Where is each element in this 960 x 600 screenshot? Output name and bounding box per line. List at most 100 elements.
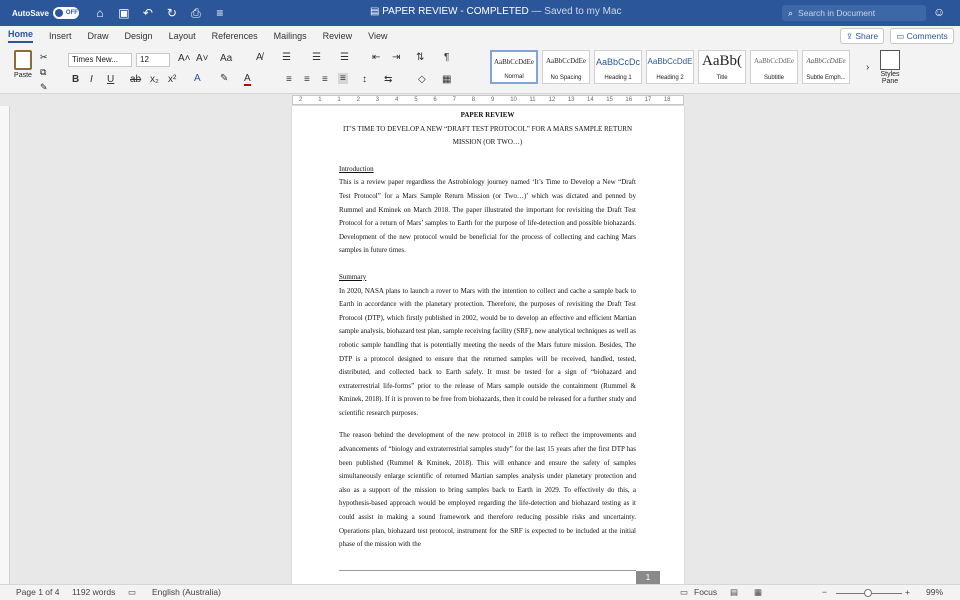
numbering-icon[interactable]: ☰: [312, 52, 321, 63]
styles-more-chevron-icon[interactable]: ›: [866, 62, 869, 73]
align-right-icon[interactable]: ≡: [322, 74, 328, 85]
tab-insert[interactable]: Insert: [49, 31, 72, 41]
ruler-mark: 13: [567, 97, 575, 103]
style-subtle-emphasis[interactable]: AaBbCcDdEe Subtle Emph...: [802, 50, 850, 84]
rtl-icon[interactable]: ⇆: [384, 74, 392, 85]
paste-button[interactable]: Paste: [8, 50, 38, 79]
tab-mailings[interactable]: Mailings: [274, 31, 307, 41]
share-button[interactable]: ⇪ Share: [840, 28, 884, 44]
word-count[interactable]: 1192 words: [72, 587, 115, 597]
tab-draw[interactable]: Draw: [88, 31, 109, 41]
strikethrough-icon[interactable]: ab: [130, 74, 141, 85]
borders-icon[interactable]: ▦: [442, 74, 451, 85]
style-no-spacing[interactable]: AaBbCcDdEe No Spacing: [542, 50, 590, 84]
clear-formatting-icon[interactable]: A̸: [256, 52, 263, 63]
redo-icon[interactable]: ↻: [165, 6, 179, 20]
customize-toolbar-icon[interactable]: ≡: [213, 6, 227, 20]
format-painter-icon[interactable]: ✎: [40, 82, 48, 93]
align-center-icon[interactable]: ≡: [304, 74, 310, 85]
document-body[interactable]: PAPER REVIEW IT’S TIME TO DEVELOP A NEW …: [339, 109, 636, 552]
style-heading-2[interactable]: AaBbCcDdE Heading 2: [646, 50, 694, 84]
print-layout-icon[interactable]: ▤: [730, 587, 738, 598]
web-layout-icon[interactable]: ▦: [754, 587, 762, 598]
text-effects-icon[interactable]: A: [194, 73, 201, 84]
decrease-font-icon[interactable]: A˅: [196, 53, 209, 64]
style-title[interactable]: AaBb( Title: [698, 50, 746, 84]
document-title: ▤ PAPER REVIEW - COMPLETED — Saved to my…: [370, 6, 622, 17]
justify-icon[interactable]: ≡: [338, 73, 348, 84]
zoom-level[interactable]: 99%: [926, 587, 943, 597]
zoom-slider-thumb[interactable]: [864, 589, 872, 597]
font-size-select[interactable]: 12: [136, 53, 170, 67]
focus-button[interactable]: Focus: [694, 587, 717, 597]
ruler-mark: 6: [433, 97, 437, 103]
print-icon[interactable]: ⎙: [189, 6, 203, 21]
bullets-icon[interactable]: ☰: [282, 52, 291, 63]
style-normal[interactable]: AaBbCcDdEe Normal: [490, 50, 538, 84]
sort-icon[interactable]: ⇅: [416, 52, 424, 63]
page-count[interactable]: Page 1 of 4: [16, 587, 59, 597]
summary-paragraph: In 2020, NASA plans to launch a rover to…: [339, 286, 636, 417]
ruler-mark: 17: [644, 97, 652, 103]
ruler-mark: 7: [452, 97, 456, 103]
doc-subtitle: IT’S TIME TO DEVELOP A NEW “DRAFT TEST P…: [342, 124, 633, 147]
autosave-label: AutoSave: [12, 8, 49, 18]
search-input[interactable]: ⌕ Search in Document: [782, 5, 926, 21]
superscript-icon[interactable]: x²: [168, 74, 176, 85]
focus-icon: ▭: [680, 587, 689, 597]
ribbon: Paste ✂ ⧉ ✎ Times New... 12 A˄ A˅ Aa A̸ …: [0, 46, 960, 94]
styles-pane-button[interactable]: Styles Pane: [876, 50, 904, 85]
font-name-select[interactable]: Times New...: [68, 53, 132, 67]
underline-icon[interactable]: U: [107, 74, 114, 85]
show-formatting-icon[interactable]: ¶: [444, 52, 449, 63]
bold-icon[interactable]: B: [72, 74, 79, 85]
autosave-control[interactable]: AutoSave OFF: [12, 7, 79, 19]
doc-file-icon: ▤: [370, 6, 380, 17]
language-indicator[interactable]: English (Australia): [152, 587, 221, 597]
ruler-mark: 3: [375, 97, 380, 103]
vertical-ruler[interactable]: [0, 106, 10, 584]
styles-gallery: AaBbCcDdEe Normal AaBbCcDdEe No Spacing …: [490, 50, 850, 84]
highlight-icon[interactable]: ✎: [220, 73, 228, 84]
feedback-smiley-icon[interactable]: ☺: [933, 5, 945, 19]
search-icon: ⌕: [788, 7, 794, 18]
tab-layout[interactable]: Layout: [169, 31, 196, 41]
subscript-icon[interactable]: x₂: [150, 74, 159, 85]
undo-icon[interactable]: ↶: [141, 6, 155, 20]
increase-font-icon[interactable]: A˄: [178, 53, 191, 64]
tab-home[interactable]: Home: [8, 29, 34, 43]
zoom-out-icon[interactable]: −: [822, 587, 827, 597]
style-subtitle[interactable]: AaBbCcDdEe Subtitle: [750, 50, 798, 84]
tab-view[interactable]: View: [368, 31, 387, 41]
proofing-icon[interactable]: ▭: [128, 587, 136, 598]
comments-button[interactable]: ▭ Comments: [890, 28, 954, 44]
ruler-mark: 16: [625, 97, 633, 103]
autosave-toggle[interactable]: OFF: [52, 7, 79, 19]
document-page[interactable]: PAPER REVIEW IT’S TIME TO DEVELOP A NEW …: [292, 106, 684, 584]
font-color-icon[interactable]: A: [244, 73, 251, 86]
zoom-in-icon[interactable]: +: [905, 587, 910, 597]
tab-review[interactable]: Review: [323, 31, 353, 41]
status-bar: Page 1 of 4 1192 words ▭ English (Austra…: [0, 584, 960, 600]
line-spacing-icon[interactable]: ↕: [362, 74, 367, 85]
increase-indent-icon[interactable]: ⇥: [392, 52, 400, 63]
horizontal-ruler[interactable]: 2 1 1 2 3 4 5 6 7 8 9 10 11 12 13 14 15 16 17 18: [292, 95, 684, 105]
reason-paragraph: The reason behind the development of the…: [339, 431, 636, 549]
styles-pane-icon: [880, 50, 900, 70]
home-icon[interactable]: ⌂: [93, 6, 107, 20]
copy-icon[interactable]: ⧉: [40, 67, 48, 78]
tab-references[interactable]: References: [212, 31, 258, 41]
decrease-indent-icon[interactable]: ⇤: [372, 52, 380, 63]
ruler-mark: 1: [318, 97, 322, 103]
shading-icon[interactable]: ◇: [418, 74, 426, 85]
multilevel-list-icon[interactable]: ☰: [340, 52, 349, 63]
style-heading-1[interactable]: AaBbCcDc Heading 1: [594, 50, 642, 84]
align-left-icon[interactable]: ≡: [286, 74, 292, 85]
ruler-mark: 5: [414, 97, 418, 103]
cut-icon[interactable]: ✂: [40, 52, 48, 63]
save-icon[interactable]: ▣: [117, 6, 131, 20]
change-case-icon[interactable]: Aa: [220, 53, 232, 64]
tab-design[interactable]: Design: [125, 31, 153, 41]
italic-icon[interactable]: I: [90, 74, 93, 85]
summary-heading: Summary: [339, 272, 367, 281]
